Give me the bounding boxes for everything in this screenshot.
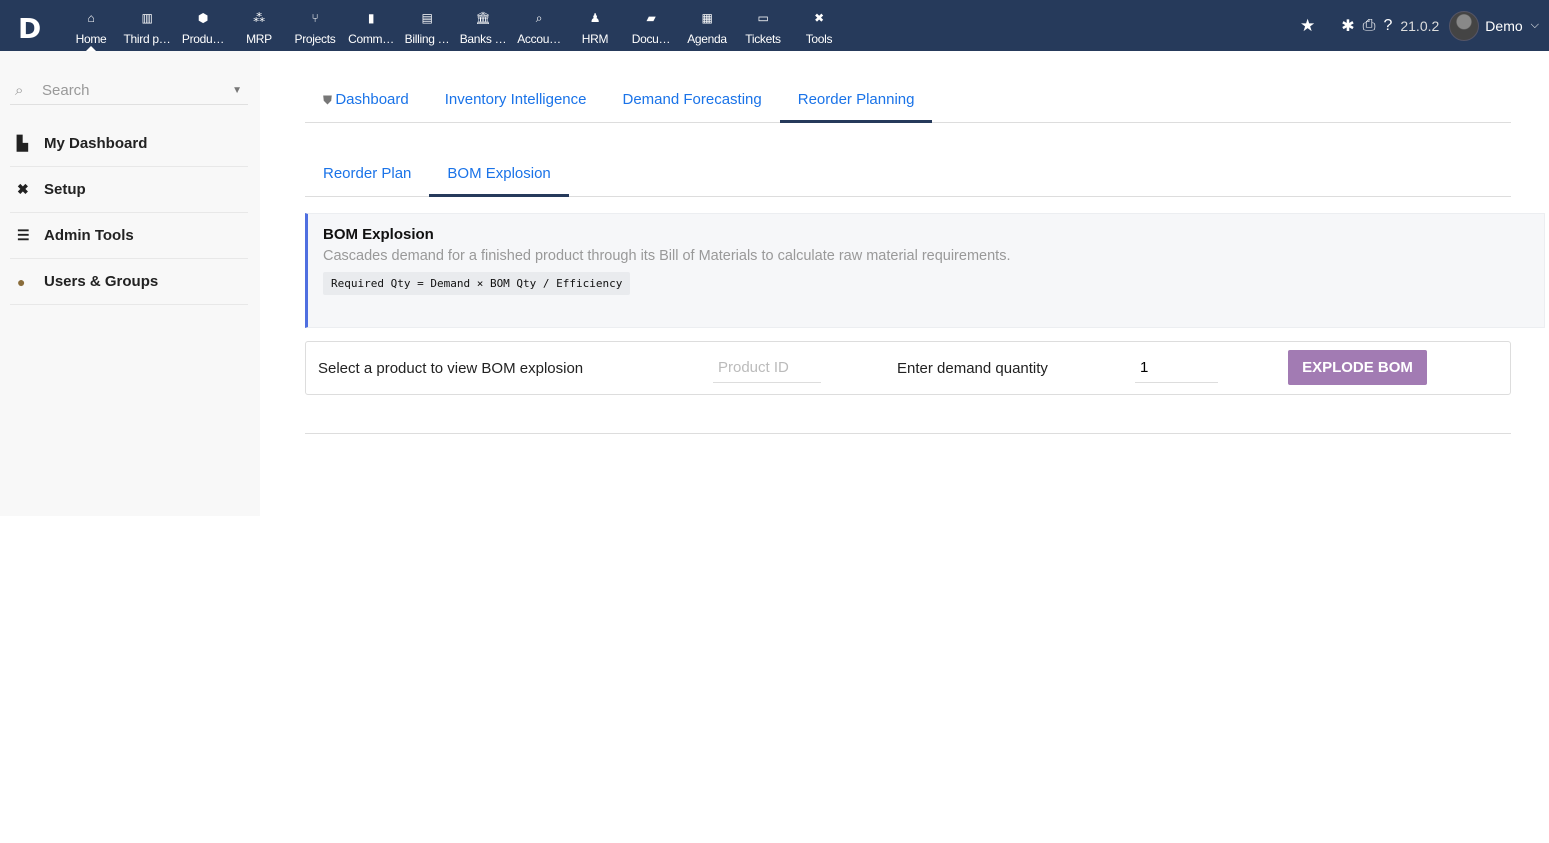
user-tie-icon: ♟ (589, 11, 601, 25)
server-icon: ☰ (17, 227, 30, 243)
sidebar-item-users-groups[interactable]: ● Users & Groups (10, 259, 248, 305)
app-logo[interactable]: D (18, 12, 41, 45)
topbar-right: ★ ✱ ⎙ ? 21.0.2 Demo ⌵ (1292, 0, 1539, 51)
print-icon[interactable]: ⎙ (1363, 17, 1376, 35)
cubes-icon: ⁂ (253, 11, 265, 25)
search-input[interactable]: ⌕ Search ▼ (10, 79, 248, 105)
nav-hrm[interactable]: ♟ HRM (567, 0, 623, 51)
divider (305, 433, 1511, 434)
nav-accounting[interactable]: ⌕ Accou… (511, 0, 567, 51)
nav-billing[interactable]: ▤ Billing … (399, 0, 455, 51)
nav-mrp[interactable]: ⁂ MRP (231, 0, 287, 51)
top-navbar: D ⌂ Home ▥ Third p… ⬢ Produ… ⁂ MRP ⑂ Projects… (0, 0, 1549, 51)
formula: Required Qty = Demand × BOM Qty / Effici… (323, 272, 631, 295)
help-icon[interactable]: ? (1383, 17, 1392, 35)
nav-products[interactable]: ⬢ Produ… (175, 0, 231, 51)
tab-dashboard[interactable]: ⛊ Dashboard (305, 77, 427, 122)
nav-banks[interactable]: 🏛 Banks … (455, 0, 511, 51)
sidebar: ⌕ Search ▼ ▙ My Dashboard ✖ Setup ☰ Admin T… (0, 51, 260, 516)
user-name[interactable]: Demo (1485, 18, 1522, 34)
tools-icon: ✖ (17, 181, 29, 197)
tab-inventory-intelligence[interactable]: Inventory Intelligence (427, 77, 605, 122)
invoice-icon: ▤ (421, 11, 433, 25)
nav-tickets[interactable]: ▭ Tickets (735, 0, 791, 51)
folder-open-icon: ▰ (646, 11, 656, 25)
tab-reorder-plan[interactable]: Reorder Plan (305, 152, 429, 196)
search-icon: ⌕ (15, 82, 24, 99)
sidebar-item-setup[interactable]: ✖ Setup (10, 167, 248, 213)
main-tabs: ⛊ Dashboard Inventory Intelligence Deman… (305, 77, 1511, 123)
info-title: BOM Explosion (323, 226, 434, 243)
ticket-icon: ▭ (757, 11, 769, 25)
cube-icon: ⬢ (197, 11, 209, 25)
calendar-icon: ▦ (701, 11, 713, 25)
bom-form: Select a product to view BOM explosion E… (305, 341, 1511, 395)
caret-down-icon[interactable]: ▼ (232, 79, 242, 103)
version-label: 21.0.2 (1400, 17, 1440, 34)
tab-demand-forecasting[interactable]: Demand Forecasting (605, 77, 780, 122)
building-icon: ▥ (141, 11, 153, 25)
product-id-input[interactable] (713, 353, 821, 383)
nav-commercial[interactable]: ▮ Comm… (343, 0, 399, 51)
nav-agenda[interactable]: ▦ Agenda (679, 0, 735, 51)
nav-home[interactable]: ⌂ Home (63, 0, 119, 51)
avatar[interactable] (1449, 10, 1480, 41)
sub-tabs: Reorder Plan BOM Explosion (305, 152, 1511, 197)
info-box: BOM Explosion Cascades demand for a fini… (305, 213, 1545, 328)
nav-third-parties[interactable]: ▥ Third p… (119, 0, 175, 51)
star-icon[interactable]: ★ (1300, 16, 1315, 36)
chart-icon: ▙ (17, 135, 28, 151)
sitemap-icon: ⑂ (311, 11, 319, 25)
nav-tools[interactable]: ✖ Tools (791, 0, 847, 51)
nav-documents[interactable]: ▰ Docu… (623, 0, 679, 51)
nav-projects[interactable]: ⑂ Projects (287, 0, 343, 51)
tools-icon: ✖ (814, 11, 824, 25)
main-menu: ⌂ Home ▥ Third p… ⬢ Produ… ⁂ MRP ⑂ Projects ▮… (63, 0, 847, 51)
bug-icon[interactable]: ✱ (1341, 16, 1354, 36)
search-dollar-icon: ⌕ (535, 11, 543, 25)
select-product-label: Select a product to view BOM explosion (318, 360, 584, 377)
dashboard-icon: ⛊ (323, 93, 336, 107)
sidebar-item-admin-tools[interactable]: ☰ Admin Tools (10, 213, 248, 259)
bank-icon: 🏛 (475, 11, 491, 25)
briefcase-icon: ▮ (367, 11, 375, 25)
sidebar-item-my-dashboard[interactable]: ▙ My Dashboard (10, 121, 248, 167)
tab-reorder-planning[interactable]: Reorder Planning (779, 77, 933, 123)
chevron-down-icon[interactable]: ⌵ (1531, 19, 1539, 32)
home-icon: ⌂ (87, 11, 95, 25)
info-description: Cascades demand for a finished product t… (323, 248, 1011, 264)
explode-bom-button[interactable]: EXPLODE BOM (1288, 350, 1427, 385)
demand-label: Enter demand quantity (897, 360, 1048, 377)
tab-bom-explosion[interactable]: BOM Explosion (429, 152, 570, 197)
user-icon: ● (17, 273, 26, 290)
demand-quantity-input[interactable] (1135, 353, 1218, 383)
